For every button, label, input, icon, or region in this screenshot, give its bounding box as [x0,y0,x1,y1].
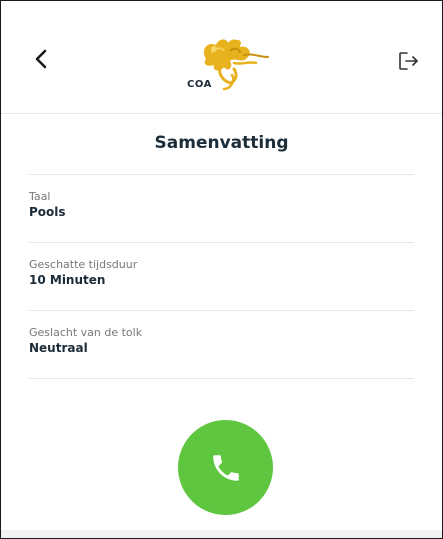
summary-row-duration: Geschatte tijdsduur 10 Minuten [29,243,414,311]
row-value: 10 Minuten [29,273,106,287]
row-label: Geslacht van de tolk [29,326,143,339]
header: COA [1,1,442,114]
chevron-left-icon [35,49,47,69]
logo-text: COA [187,79,212,90]
phone-icon [212,454,239,481]
bottom-bar [1,530,442,538]
title-bar: Samenvatting [29,114,414,175]
logout-icon [399,52,418,70]
row-label: Geschatte tijdsduur [29,258,138,271]
row-label: Taal [29,190,51,203]
summary-row-gender: Geslacht van de tolk Neutraal [29,311,414,379]
summary-row-language: Taal Pools [29,175,414,243]
coa-logo: COA [184,31,274,95]
call-button[interactable] [178,420,273,515]
back-button[interactable] [27,45,55,73]
app-screen: COA Samenvatting Taal Pools Geschatte ti… [0,0,443,539]
page-title: Samenvatting [154,132,289,153]
row-value: Neutraal [29,341,88,355]
logout-button[interactable] [396,48,422,74]
row-value: Pools [29,205,66,219]
